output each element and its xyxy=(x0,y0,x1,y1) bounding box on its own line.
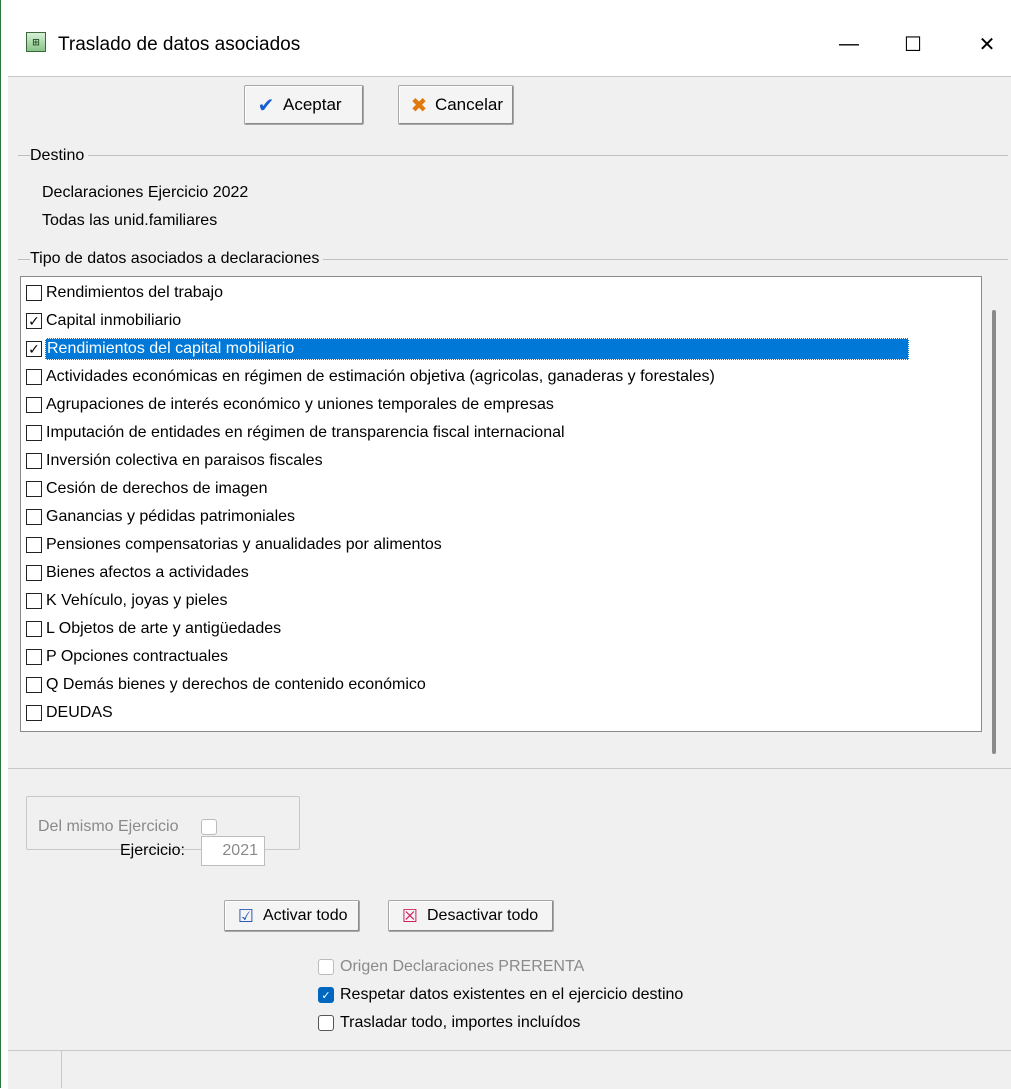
destino-unidades: Todas las unid.familiares xyxy=(42,212,218,229)
list-item-checkbox[interactable] xyxy=(26,453,42,469)
list-item-label: Inversión colectiva en paraisos fiscales xyxy=(46,452,323,469)
cancel-button[interactable]: ✖ Cancelar xyxy=(398,85,514,125)
list-item-checkbox[interactable] xyxy=(26,425,42,441)
window-title: Traslado de datos asociados xyxy=(58,34,301,55)
ejercicio-input-value: 2021 xyxy=(222,842,258,859)
list-item-checkbox[interactable] xyxy=(26,677,42,693)
list-item[interactable]: Bienes afectos a actividades xyxy=(21,559,949,587)
cancel-x-icon: ✖ xyxy=(410,94,428,117)
trasladar-todo-option[interactable]: Trasladar todo, importes incluídos xyxy=(318,1014,580,1032)
list-item-label: DEUDAS xyxy=(46,704,113,721)
list-item[interactable]: Concesiones administrativas xyxy=(21,727,949,731)
list-item-label: Capital inmobiliario xyxy=(46,312,182,329)
toolbar: ✔ Aceptar ✖ Cancelar xyxy=(8,76,1011,135)
same-exercise-label: Del mismo Ejercicio xyxy=(38,818,179,835)
list-item[interactable]: Inversión colectiva en paraisos fiscales xyxy=(21,447,949,475)
list-item-checkbox[interactable] xyxy=(26,621,42,637)
maximize-button[interactable]: ☐ xyxy=(890,22,936,66)
respetar-datos-checkbox[interactable]: ✓ xyxy=(318,987,334,1003)
ejercicio-input[interactable]: 2021 xyxy=(201,836,265,866)
list-item-label: P Opciones contractuales xyxy=(46,648,229,665)
list-item[interactable]: P Opciones contractuales xyxy=(21,643,949,671)
list-item-checkbox[interactable] xyxy=(26,705,42,721)
list-item-checkbox[interactable] xyxy=(26,285,42,301)
list-item-label: K Vehículo, joyas y pieles xyxy=(46,592,228,609)
list-item[interactable]: Cesión de derechos de imagen xyxy=(21,475,949,503)
list-item-label: Actividades económicas en régimen de est… xyxy=(46,368,715,385)
list-item-checkbox[interactable] xyxy=(26,397,42,413)
status-bar xyxy=(8,1050,1011,1089)
same-exercise-checkbox[interactable] xyxy=(201,819,217,835)
list-item-checkbox[interactable] xyxy=(26,481,42,497)
list-item[interactable]: ✓ Rendimientos del capital mobiliario xyxy=(21,335,949,363)
list-item[interactable]: L Objetos de arte y antigüedades xyxy=(21,615,949,643)
list-item[interactable]: Rendimientos del trabajo xyxy=(21,279,949,307)
trasladar-todo-label: Trasladar todo, importes incluídos xyxy=(340,1014,581,1031)
list-item-checkbox[interactable] xyxy=(26,649,42,665)
list-item-label: Cesión de derechos de imagen xyxy=(46,480,268,497)
accept-label: Aceptar xyxy=(283,95,342,114)
list-item[interactable]: K Vehículo, joyas y pieles xyxy=(21,587,949,615)
list-item[interactable]: Q Demás bienes y derechos de contenido e… xyxy=(21,671,949,699)
list-item-label: Rendimientos del trabajo xyxy=(46,284,223,301)
ejercicio-field-label: Ejercicio: xyxy=(120,842,185,859)
list-item-checkbox[interactable] xyxy=(26,509,42,525)
list-item-label: Concesiones administrativas xyxy=(45,730,251,731)
destino-group-border xyxy=(18,155,1008,156)
list-item-label: Ganancias y pédidas patrimoniales xyxy=(46,508,296,525)
list-item-checkbox[interactable]: ✓ xyxy=(26,313,42,329)
list-item-checkbox[interactable] xyxy=(26,565,42,581)
destino-declaraciones: Declaraciones Ejercicio 2022 xyxy=(42,184,249,201)
list-item[interactable]: Ganancias y pédidas patrimoniales xyxy=(21,503,949,531)
destino-legend: Destino xyxy=(30,146,89,166)
origen-prerenta-label: Origen Declaraciones PRERENTA xyxy=(340,958,585,975)
status-bar-divider xyxy=(61,1050,62,1088)
respetar-datos-label: Respetar datos existentes en el ejercici… xyxy=(340,986,684,1003)
origen-prerenta-checkbox[interactable] xyxy=(318,959,334,975)
trasladar-todo-checkbox[interactable] xyxy=(318,1015,334,1031)
list-item-checkbox[interactable]: ✓ xyxy=(26,341,42,357)
tipo-legend: Tipo de datos asociados a declaraciones xyxy=(30,249,324,269)
list-scrollbar-thumb[interactable] xyxy=(992,310,996,754)
list-item[interactable]: Actividades económicas en régimen de est… xyxy=(21,363,949,391)
accept-button[interactable]: ✔ Aceptar xyxy=(244,85,364,125)
cancel-label: Cancelar xyxy=(434,95,503,114)
spreadsheet-icon: ⊞ xyxy=(26,32,46,52)
window-border xyxy=(0,0,1,1088)
list-item-label: Rendimientos del capital mobiliario xyxy=(45,338,909,360)
close-button[interactable]: ✕ xyxy=(964,22,1010,66)
list-item-label: Bienes afectos a actividades xyxy=(46,564,249,581)
list-item-checkbox[interactable] xyxy=(26,593,42,609)
list-item-label: Q Demás bienes y derechos de contenido e… xyxy=(46,676,426,693)
list-item[interactable]: DEUDAS xyxy=(21,699,949,727)
respetar-datos-option[interactable]: ✓ Respetar datos existentes en el ejerci… xyxy=(318,986,683,1004)
origen-prerenta-option[interactable]: Origen Declaraciones PRERENTA xyxy=(318,958,584,976)
list-item-label: Pensiones compensatorias y anualidades p… xyxy=(46,536,442,553)
dialog-window: ⊞ Traslado de datos asociados — ☐ ✕ ✔ Ac… xyxy=(0,0,1011,1089)
checkmark-icon: ✔ xyxy=(257,94,275,117)
list-item-label: Agrupaciones de interés económico y unio… xyxy=(46,396,554,413)
list-item-checkbox[interactable] xyxy=(26,537,42,553)
list-item[interactable]: Agrupaciones de interés económico y unio… xyxy=(21,391,949,419)
list-item[interactable]: Pensiones compensatorias y anualidades p… xyxy=(21,531,949,559)
minimize-button[interactable]: — xyxy=(826,22,872,66)
list-item[interactable]: ✓ Capital inmobiliario xyxy=(21,307,949,335)
list-item[interactable]: Imputación de entidades en régimen de tr… xyxy=(21,419,949,447)
list-item-label: Imputación de entidades en régimen de tr… xyxy=(46,424,565,441)
list-item-label: L Objetos de arte y antigüedades xyxy=(46,620,282,637)
data-types-list[interactable]: Rendimientos del trabajo ✓ Capital inmobil… xyxy=(20,276,982,732)
list-item-checkbox[interactable] xyxy=(26,369,42,385)
